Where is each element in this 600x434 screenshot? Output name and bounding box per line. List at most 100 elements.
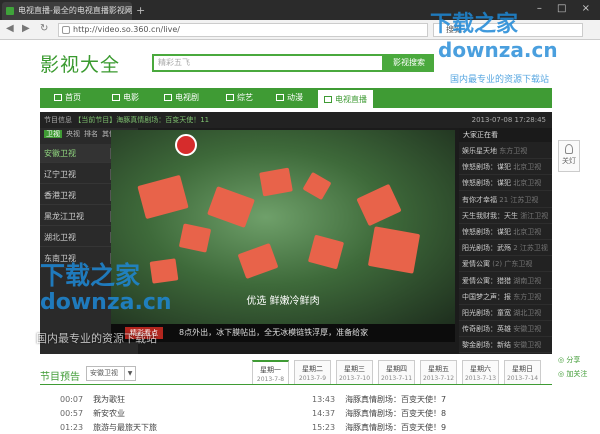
day-date: 2013-7-8 [256,376,285,383]
movie-icon [112,94,120,101]
url-input[interactable]: http://video.so.360.cn/live/ [58,23,428,37]
video-content [307,234,345,270]
watermark-url: downza.cn [438,38,558,62]
ranking-channel: 安徽卫视 [513,341,542,350]
url-text: http://video.so.360.cn/live/ [73,25,180,34]
ranking-item[interactable]: 娱乐星天地 东方卫视 [459,143,552,159]
window-controls[interactable]: – □ × [537,3,596,14]
program-item[interactable]: 00:07 我为歌狂 [60,394,125,406]
channel-logo [175,134,197,156]
ranking-show: 娱乐星天地 [462,147,497,155]
video-content [356,183,402,227]
video-content [237,242,279,280]
ranking-show: 阳光剧场：童宽 [462,309,511,317]
lamp-icon [565,144,573,154]
tv-icon [164,94,172,101]
ranking-item[interactable]: 爱情公寓：猎猎 湖南卫视 [459,273,552,289]
ranking-item[interactable]: 中国梦之声：报 东方卫视 [459,289,552,305]
cat-satellite[interactable]: 卫视 [44,130,62,138]
follow-button[interactable]: ◎ 加关注 [558,368,592,380]
program-info-label: 节目信息 [44,116,72,124]
cat-cctv[interactable]: 央视 [66,130,80,138]
favicon-icon [6,7,14,15]
schedule-day-tab[interactable]: 星期日 2013-7-14 [504,360,541,384]
schedule-day-tab[interactable]: 星期六 2013-7-13 [462,360,499,384]
ranking-channel: 浙江卫视 [520,211,549,220]
nav-home[interactable]: 首页 [54,88,81,108]
day-date: 2013-7-14 [506,375,539,382]
program-item[interactable]: 13:43 海豚真情剧场：百变天使！7 [312,394,446,406]
site-search-input[interactable]: 精彩五飞 [152,54,384,72]
cat-rank[interactable]: 排名 [84,130,98,138]
nav-anime[interactable]: 动漫 [276,88,303,108]
watermark-url: downza.cn [40,290,172,315]
watermark-slogan: 国内最专业的资源下载站 [36,332,157,345]
ranking-channel: 东方卫视 [513,292,542,301]
ranking-item[interactable]: 阳光剧场：武殇 2 江苏卫视 [459,240,552,257]
program-time: 00:07 [60,395,84,404]
browser-tab[interactable]: 电视直播-最全的电视直播影视网 × [2,2,132,20]
video-content [178,223,212,253]
nav-movie[interactable]: 电影 [112,88,139,108]
ranking-show: 惊怒剧场：谋犯 [462,228,511,236]
schedule-day-tab[interactable]: 星期四 2013-7-11 [378,360,415,384]
day-date: 2013-7-13 [464,375,497,382]
day-name: 星期二 [302,365,323,373]
live-tv-icon [324,96,332,103]
ranking-item[interactable]: 传奇剧场：英雄 安徽卫视 [459,321,552,338]
day-name: 星期五 [428,365,449,373]
video-content [137,174,189,220]
day-date: 2013-7-12 [422,375,455,382]
program-item[interactable]: 14:37 海豚真情剧场：百变天使！8 [312,408,446,420]
video-content [149,258,179,284]
ranking-item[interactable]: 阳光剧场：童宽 湖北卫视 [459,305,552,321]
schedule-title: 节目预告 [40,372,80,383]
nav-live-tv[interactable]: 电视直播 [318,88,373,108]
ranking-item[interactable]: 惊怒剧场：谋犯 北京卫视 [459,159,552,176]
schedule-day-tab[interactable]: 星期三 2013-7-10 [336,360,373,384]
program-title: 海豚真情剧场：百变天使！7 [345,395,447,404]
forward-icon[interactable]: ▶ [22,23,30,34]
program-time: 13:43 [312,395,336,404]
video-content [302,171,332,201]
program-time: 01:23 [60,423,84,432]
share-button[interactable]: ◎ 分享 [558,354,592,366]
site-search-button[interactable]: 影视搜索 [384,54,434,72]
refresh-icon[interactable]: ↻ [40,23,48,34]
day-name: 星期三 [344,365,365,373]
back-icon[interactable]: ◀ [6,23,14,34]
program-time: 14:37 [312,409,336,418]
new-tab-button[interactable]: + [136,4,145,17]
ranking-item[interactable]: 惊怒剧场：谋犯 北京卫视 [459,175,552,192]
chevron-down-icon: ▼ [124,367,135,380]
ranking-item[interactable]: 黎金剧场：新结 安徽卫视 [459,337,552,354]
ranking-item[interactable]: 爱情公寓 (2) 广东卫视 [459,256,552,273]
program-title: 新安农业 [93,409,126,418]
main-nav: 首页 电影 电视剧 综艺 动漫 电视直播 [40,88,552,108]
ranking-show: 爱情公寓：猎猎 [462,276,511,285]
ranking-item[interactable]: 有你才幸福 21 江苏卫视 [459,192,552,208]
nav-tv-series[interactable]: 电视剧 [164,88,199,108]
ranking-item[interactable]: 惊怒剧场：谋犯 北京卫视 [459,224,552,240]
program-title: 旅游与最旅天下旅 [93,423,158,432]
site-logo[interactable]: 影视大全 [40,50,120,77]
program-info-bar: 节目信息 【当前节目】海豚真情剧场：百变天使！11 2013-07-08 17:… [40,112,552,128]
program-time: 15:23 [312,423,336,432]
tab-close-icon[interactable]: × [124,2,132,20]
nav-variety[interactable]: 综艺 [226,88,253,108]
datetime: 2013-07-08 17:28:45 [471,116,546,124]
program-item[interactable]: 15:23 海豚真情剧场：百变天使！9 [312,422,446,434]
schedule-day-tab[interactable]: 星期二 2013-7-9 [294,360,331,384]
ranking-show: 传奇剧场：英雄 [462,325,511,334]
video-content [259,167,293,197]
ranking-item[interactable]: 天生我财我：天生 浙江卫视 [459,208,552,224]
schedule-day-tab[interactable]: 星期五 2013-7-12 [420,360,457,384]
program-item[interactable]: 01:23 旅游与最旅天下旅 [60,422,157,434]
lights-off-button[interactable]: 关灯 [558,140,580,172]
watermark-logo: 下载之家 [430,12,519,37]
video-content [367,226,421,274]
program-item[interactable]: 00:57 新安农业 [60,408,125,420]
video-content [207,186,255,228]
schedule-day-tab[interactable]: 星期一 2013-7-8 [252,360,289,384]
schedule-channel-select[interactable]: 安徽卫视 ▼ [86,366,136,381]
